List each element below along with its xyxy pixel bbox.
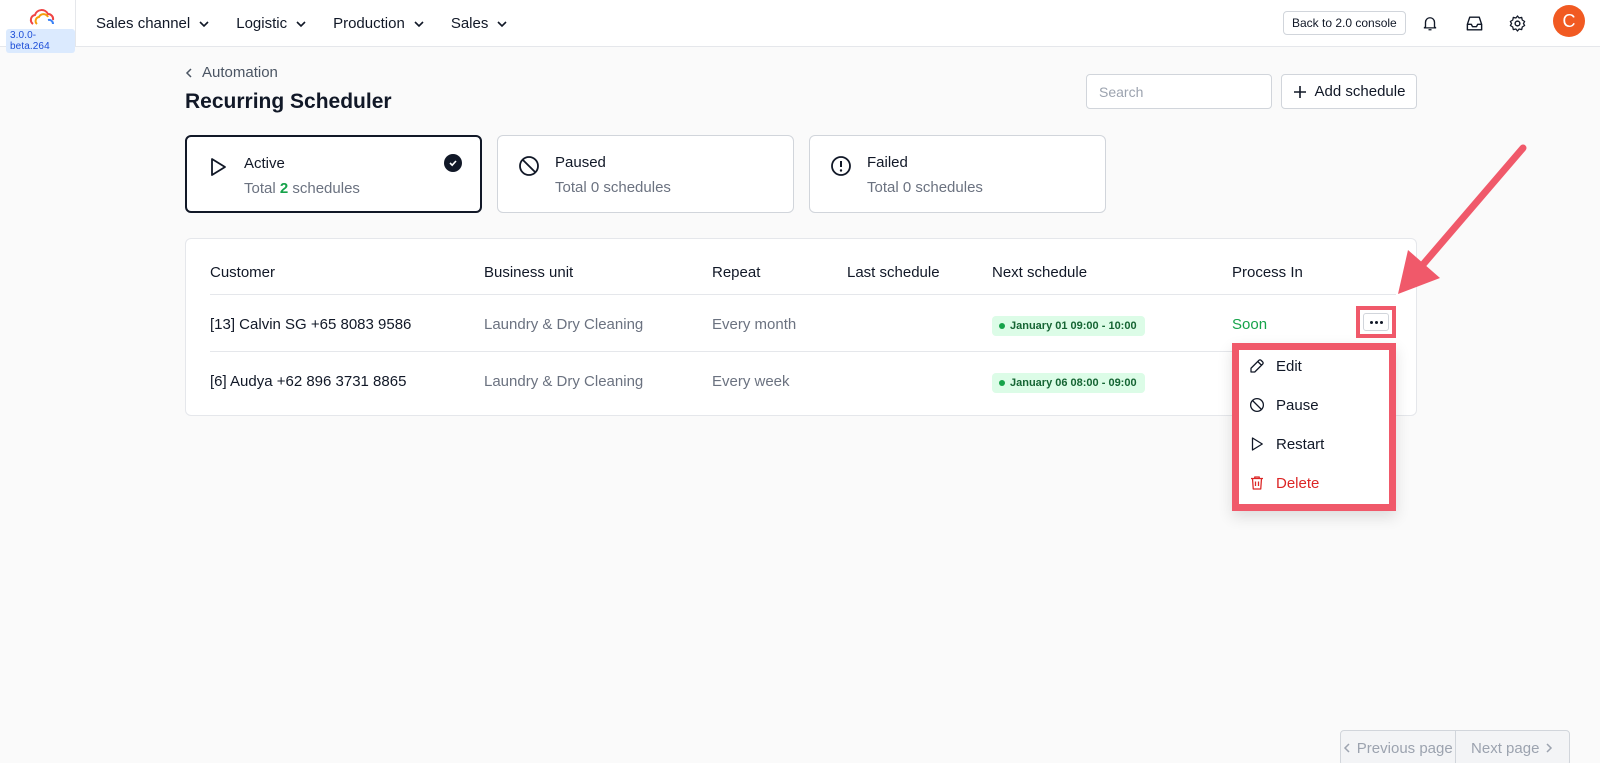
chevron-right-icon (1546, 743, 1553, 753)
nav-label: Sales channel (96, 15, 191, 32)
edit-icon (1250, 359, 1264, 373)
nav-production[interactable]: Production (333, 15, 425, 32)
alert-circle-icon (831, 156, 851, 176)
card-count: 2 (279, 180, 289, 197)
previous-page-button[interactable]: Previous page (1341, 731, 1455, 763)
chevron-down-icon (414, 20, 424, 27)
status-card-active[interactable]: Active Total 2 schedules (185, 135, 482, 213)
column-header-next-schedule: Next schedule (992, 264, 1088, 281)
card-title: Paused (555, 154, 606, 171)
divider (210, 351, 1396, 352)
breadcrumb-label: Automation (202, 64, 278, 81)
nav-label: Production (333, 15, 405, 32)
column-header-repeat: Repeat (712, 264, 761, 281)
version-badge: 3.0.0-beta.264 (6, 29, 75, 53)
add-schedule-button[interactable]: Add schedule (1281, 74, 1417, 109)
plus-icon (1293, 85, 1306, 98)
column-header-last-schedule: Last schedule (847, 264, 940, 281)
cell-repeat: Every week (712, 373, 790, 390)
annotation-arrow-icon (1398, 144, 1527, 294)
cell-business-unit: Laundry & Dry Cleaning (484, 373, 644, 390)
breadcrumb[interactable]: Automation (184, 64, 278, 81)
cell-customer: [6] Audya +62 896 3731 8865 (210, 373, 407, 390)
nav-logistic[interactable]: Logistic (236, 15, 307, 32)
previous-page-label: Previous page (1356, 739, 1453, 757)
card-subtitle: Total 0 schedules (555, 179, 671, 196)
divider (210, 294, 1396, 295)
play-icon (211, 158, 226, 176)
chevron-down-icon (296, 20, 306, 27)
card-title: Active (244, 155, 285, 172)
nav-label: Logistic (236, 15, 288, 32)
card-total-suffix: schedules (292, 180, 360, 197)
menu-item-label: Pause (1276, 396, 1319, 414)
search-input[interactable] (1086, 74, 1272, 109)
pagination: Previous page Next page (1340, 730, 1570, 763)
top-navbar: 3.0.0-beta.264 Sales channel Logistic Pr… (0, 0, 1600, 53)
nav-sales[interactable]: Sales (451, 15, 509, 32)
row-actions-menu: Edit Pause Restart Delete (1232, 343, 1396, 511)
add-schedule-label: Add schedule (1314, 83, 1406, 100)
next-schedule-badge: January 01 09:00 - 10:00 (992, 316, 1145, 336)
next-page-button[interactable]: Next page (1454, 731, 1570, 763)
menu-item-restart[interactable]: Restart (1248, 435, 1324, 453)
more-horizontal-icon (1363, 313, 1389, 331)
card-title: Failed (867, 154, 908, 171)
chevron-down-icon (199, 20, 209, 27)
menu-item-label: Edit (1276, 357, 1302, 375)
row-actions-button[interactable] (1356, 306, 1396, 338)
ban-icon (1249, 397, 1265, 413)
menu-item-label: Delete (1276, 474, 1320, 492)
cell-repeat: Every month (712, 316, 797, 333)
back-to-console-button[interactable]: Back to 2.0 console (1283, 11, 1406, 35)
play-icon (1251, 437, 1263, 451)
status-card-paused[interactable]: Paused Total 0 schedules (497, 135, 794, 213)
chevron-left-icon (1343, 743, 1350, 753)
inbox-icon[interactable] (1463, 12, 1485, 34)
menu-item-edit[interactable]: Edit (1248, 357, 1302, 375)
page-title: Recurring Scheduler (185, 90, 392, 113)
status-card-failed[interactable]: Failed Total 0 schedules (809, 135, 1106, 213)
cloud-logo-icon (29, 9, 55, 25)
cell-customer: [13] Calvin SG +65 8083 9586 (210, 316, 412, 333)
nav-label: Sales (450, 15, 489, 32)
ban-icon (519, 156, 539, 176)
next-page-label: Next page (1471, 739, 1540, 757)
user-avatar[interactable]: C (1553, 5, 1585, 37)
chevron-down-icon (497, 20, 507, 27)
bell-icon[interactable] (1419, 12, 1441, 34)
nav-sales-channel[interactable]: Sales channel (96, 15, 210, 32)
column-header-customer: Customer (210, 264, 276, 281)
logo[interactable]: 3.0.0-beta.264 (0, 0, 76, 53)
column-header-process-in: Process In (1232, 264, 1303, 281)
cell-business-unit: Laundry & Dry Cleaning (484, 316, 644, 333)
next-schedule-badge: January 06 08:00 - 09:00 (992, 373, 1145, 393)
chevron-left-icon (185, 67, 192, 78)
card-total-prefix: Total (244, 180, 276, 197)
menu-item-label: Restart (1276, 435, 1325, 453)
cell-process-in: Soon (1232, 316, 1268, 333)
card-subtitle: Total 2 schedules (244, 180, 360, 197)
trash-icon (1251, 476, 1263, 490)
column-header-business-unit: Business unit (484, 264, 574, 281)
menu-item-pause[interactable]: Pause (1248, 396, 1319, 414)
card-subtitle: Total 0 schedules (867, 179, 983, 196)
gear-icon[interactable] (1506, 12, 1528, 34)
main-nav: Sales channel Logistic Production Sales (96, 0, 508, 47)
menu-item-delete[interactable]: Delete (1248, 474, 1319, 492)
check-circle-icon (444, 154, 462, 172)
